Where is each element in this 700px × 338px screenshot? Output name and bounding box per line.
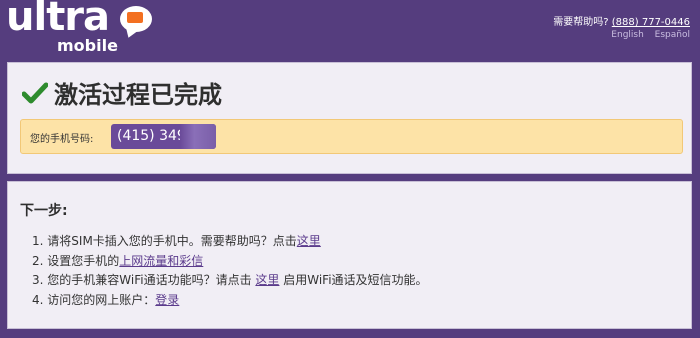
help-text: 需要帮助吗? <box>553 17 609 28</box>
logo-subtitle: mobile <box>57 36 118 55</box>
phone-number-value: (415) 349 <box>111 124 216 149</box>
language-english-link[interactable]: English <box>611 30 644 40</box>
wifi-calling-link[interactable]: 这里 <box>255 273 279 287</box>
activation-title: 激活过程已完成 <box>54 81 222 109</box>
ultra-mobile-logo[interactable]: ultra mobile <box>6 0 156 56</box>
step-text: 访问您的网上账户： <box>47 292 156 307</box>
phone-number-box: 您的手机号码: (415) 349 <box>20 119 683 154</box>
step-text: 您的手机兼容WiFi通话功能吗？请点击 <box>47 273 256 287</box>
step-text: 请将SIM卡插入您的手机中。需要帮助吗？点击 <box>47 234 297 248</box>
help-line: 需要帮助吗? (888) 777-0446 <box>553 13 690 28</box>
step-text-after: 启用WiFi通话及短信功能。 <box>279 273 428 287</box>
activation-panel: 激活过程已完成 您的手机号码: (415) 349 <box>7 62 692 174</box>
step-item: 3. 您的手机兼容WiFi通话功能吗？请点击 这里 启用WiFi通话及短信功能。 <box>32 271 428 291</box>
next-steps-panel: 下一步: 1. 请将SIM卡插入您的手机中。需要帮助吗？点击这里 2. 设置您手… <box>7 181 692 329</box>
checkmark-icon <box>22 82 48 103</box>
phone-number-text: (415) 349 <box>117 128 186 144</box>
sim-help-link[interactable]: 这里 <box>297 234 321 248</box>
language-spanish-link[interactable]: Español <box>655 30 690 40</box>
step-text: 设置您手机的 <box>47 253 120 268</box>
next-steps-title: 下一步: <box>20 203 68 219</box>
login-link[interactable]: 登录 <box>155 293 179 307</box>
language-switcher: English Español <box>603 30 690 40</box>
next-steps-list: 1. 请将SIM卡插入您的手机中。需要帮助吗？点击这里 2. 设置您手机的上网流… <box>32 232 428 310</box>
step-item: 2. 设置您手机的上网流量和彩信 <box>32 252 428 272</box>
site-header: ultra mobile 需要帮助吗? (888) 777-0446 Engli… <box>0 0 700 56</box>
phone-number-mask <box>180 124 216 149</box>
data-mms-link[interactable]: 上网流量和彩信 <box>119 254 203 268</box>
step-number: 3. <box>32 273 44 287</box>
step-number: 2. <box>32 253 44 268</box>
step-number: 4. <box>32 292 44 307</box>
phone-screen-icon <box>127 12 143 23</box>
help-phone-link[interactable]: (888) 777-0446 <box>612 17 690 28</box>
step-item: 1. 请将SIM卡插入您的手机中。需要帮助吗？点击这里 <box>32 232 428 252</box>
phone-number-label: 您的手机号码: <box>30 134 94 145</box>
step-number: 1. <box>32 234 44 248</box>
activation-heading: 激活过程已完成 <box>22 75 222 110</box>
step-item: 4. 访问您的网上账户：登录 <box>32 291 428 311</box>
logo-wordmark: ultra <box>6 0 110 40</box>
